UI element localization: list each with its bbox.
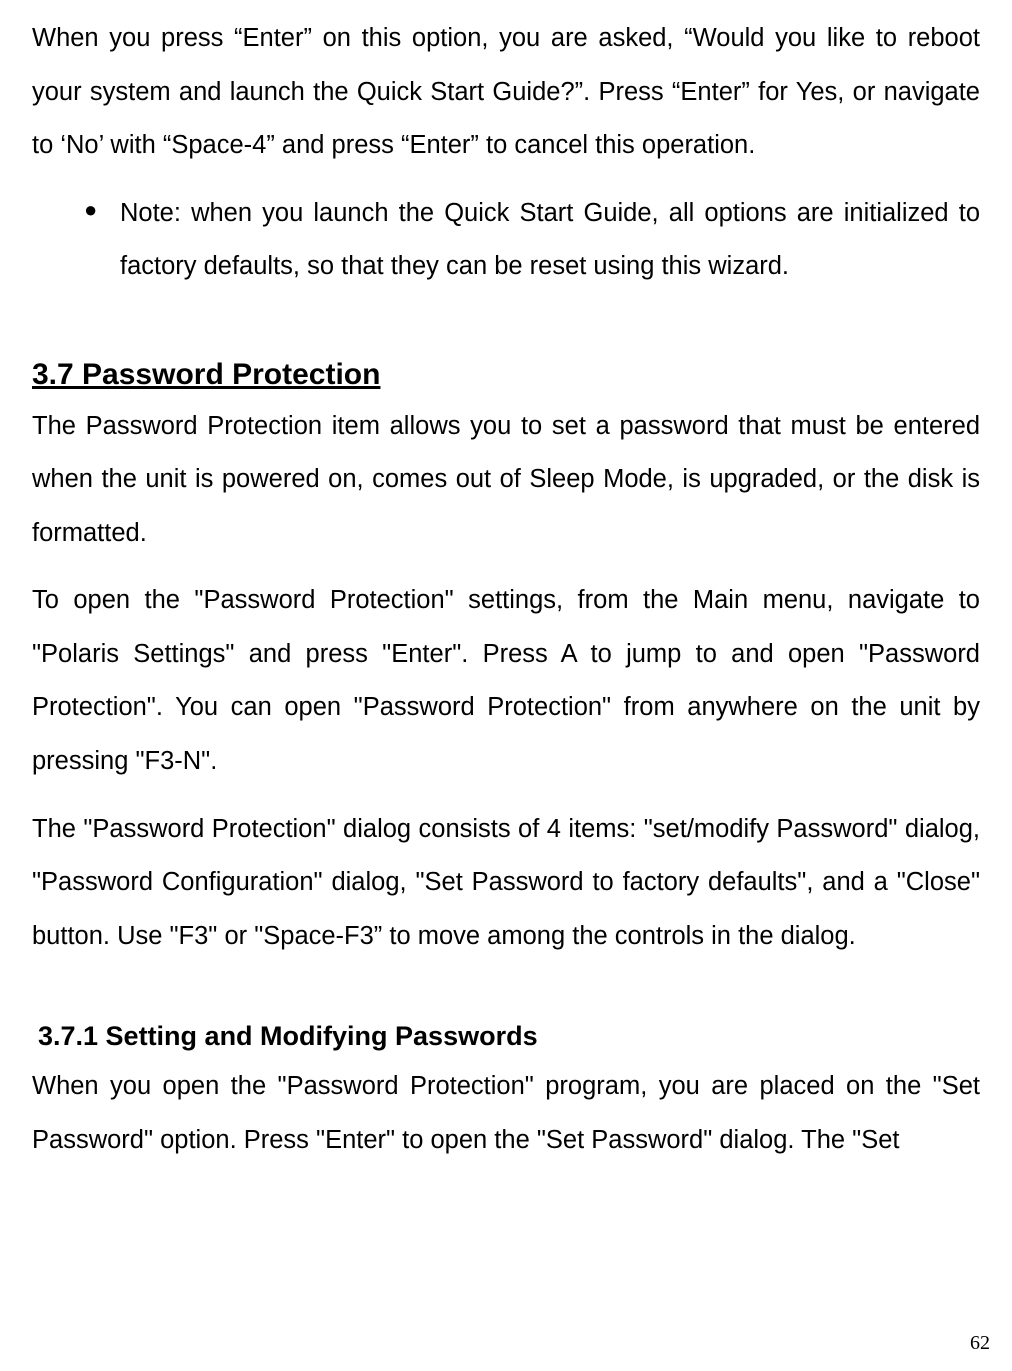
heading-password-protection: 3.7 Password Protection bbox=[32, 358, 980, 392]
paragraph-pw2: To open the "Password Protection" settin… bbox=[32, 574, 980, 788]
paragraph-pw3: The "Password Protection" dialog consist… bbox=[32, 803, 980, 964]
paragraph-sub1: When you open the "Password Protection" … bbox=[32, 1060, 980, 1167]
bullet-note: Note: when you launch the Quick Start Gu… bbox=[84, 187, 980, 294]
document-page: When you press “Enter” on this option, y… bbox=[0, 0, 1012, 1167]
bullet-list: Note: when you launch the Quick Start Gu… bbox=[32, 187, 980, 294]
paragraph-intro: When you press “Enter” on this option, y… bbox=[32, 12, 980, 173]
paragraph-pw1: The Password Protection item allows you … bbox=[32, 400, 980, 561]
heading-setting-modifying-passwords: 3.7.1 Setting and Modifying Passwords bbox=[32, 1021, 980, 1052]
page-number: 62 bbox=[970, 1332, 990, 1355]
